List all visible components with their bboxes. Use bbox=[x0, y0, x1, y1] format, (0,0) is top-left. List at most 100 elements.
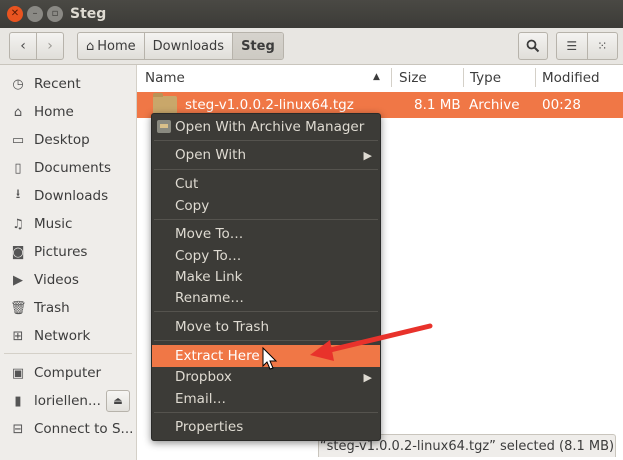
sidebar-item-pictures[interactable]: ◙ Pictures bbox=[0, 241, 136, 263]
menu-item-copy[interactable]: Copy bbox=[152, 195, 380, 217]
toolbar: ‹ › ⌂ Home Downloads Steg ☰ ⁙ bbox=[0, 28, 623, 65]
menu-item-properties[interactable]: Properties bbox=[152, 416, 380, 438]
menu-item-rename[interactable]: Rename… bbox=[152, 287, 380, 309]
sidebar-item-home[interactable]: ⌂ Home bbox=[0, 101, 136, 123]
music-icon: ♫ bbox=[12, 216, 24, 232]
sidebar-item-computer[interactable]: ▣ Computer bbox=[0, 362, 136, 384]
context-menu: Open With Archive Manager Open With ▶ Cu… bbox=[151, 113, 381, 441]
menu-item-cut[interactable]: Cut bbox=[152, 173, 380, 195]
column-divider bbox=[463, 68, 464, 87]
breadcrumb-downloads-label: Downloads bbox=[152, 38, 225, 54]
search-button[interactable] bbox=[518, 32, 548, 60]
menu-item-move-to[interactable]: Move To… bbox=[152, 223, 380, 245]
menu-item-label: Rename… bbox=[175, 290, 244, 306]
close-window-button[interactable]: ✕ bbox=[7, 6, 23, 22]
home-icon: ⌂ bbox=[13, 104, 23, 120]
column-divider bbox=[535, 68, 536, 87]
chevron-right-icon: › bbox=[47, 38, 53, 54]
sidebar-item-desktop[interactable]: ▭ Desktop bbox=[0, 129, 136, 151]
sidebar-item-network[interactable]: ⊞ Network bbox=[0, 325, 136, 347]
menu-item-make-link[interactable]: Make Link bbox=[152, 266, 380, 288]
menu-item-label: Properties bbox=[175, 419, 244, 435]
column-header-type-label: Type bbox=[470, 69, 502, 86]
eject-icon: ⏏ bbox=[113, 395, 123, 407]
forward-button[interactable]: › bbox=[36, 33, 63, 59]
folder-icon: ▭ bbox=[11, 132, 25, 148]
menu-item-label: Make Link bbox=[175, 269, 243, 285]
file-size: 8.1 MB bbox=[414, 97, 461, 113]
sidebar-item-downloads[interactable]: ⭳ Downloads bbox=[0, 185, 136, 207]
file-type: Archive bbox=[469, 97, 520, 113]
menu-item-label: Cut bbox=[175, 176, 199, 192]
sidebar-item-music[interactable]: ♫ Music bbox=[0, 213, 136, 235]
title-bar: ✕ – ▫ Steg bbox=[0, 0, 623, 28]
column-header-modified[interactable]: Modified bbox=[542, 65, 600, 90]
maximize-icon: ▫ bbox=[51, 8, 59, 19]
video-icon: ▶ bbox=[13, 272, 23, 288]
list-icon: ☰ bbox=[566, 39, 578, 53]
sidebar-item-label: Trash bbox=[34, 300, 70, 316]
trash-icon: 🗑 bbox=[10, 300, 27, 316]
column-header-type[interactable]: Type bbox=[470, 65, 501, 90]
sidebar-item-videos[interactable]: ▶ Videos bbox=[0, 269, 136, 291]
menu-item-open-with-archive-manager[interactable]: Open With Archive Manager bbox=[152, 116, 380, 138]
menu-item-move-to-trash[interactable]: Move to Trash bbox=[152, 316, 380, 338]
minimize-window-button[interactable]: – bbox=[27, 6, 43, 22]
menu-item-email[interactable]: Email… bbox=[152, 388, 380, 410]
history-nav: ‹ › bbox=[9, 32, 64, 60]
menu-item-label: Open With bbox=[175, 147, 247, 163]
column-header-size-label: Size bbox=[399, 69, 427, 86]
menu-item-copy-to[interactable]: Copy To… bbox=[152, 245, 380, 267]
camera-icon: ◙ bbox=[11, 244, 25, 260]
menu-item-label: Copy bbox=[175, 198, 210, 214]
grid-icon: ⁙ bbox=[597, 39, 608, 53]
minimize-icon: – bbox=[32, 8, 38, 19]
menu-separator bbox=[154, 140, 378, 141]
eject-button[interactable]: ⏏ bbox=[106, 390, 130, 412]
sidebar-item-drive[interactable]: ▮ loriellen... ⏏ bbox=[0, 390, 136, 412]
menu-item-label: Open With Archive Manager bbox=[175, 119, 365, 135]
view-switcher: ☰ ⁙ bbox=[556, 32, 618, 60]
column-header-name[interactable]: Name bbox=[145, 65, 185, 90]
sidebar-item-connect-to-server[interactable]: ⊟ Connect to S... bbox=[0, 418, 136, 440]
computer-icon: ▣ bbox=[11, 365, 25, 381]
breadcrumb-home-label: Home bbox=[97, 38, 136, 54]
submenu-arrow-icon: ▶ bbox=[363, 370, 372, 384]
grid-view-button[interactable]: ⁙ bbox=[586, 33, 618, 59]
drive-icon: ▮ bbox=[14, 393, 22, 409]
sidebar-item-label: Downloads bbox=[34, 188, 109, 204]
sidebar-item-trash[interactable]: 🗑 Trash bbox=[0, 297, 136, 319]
menu-item-label: Move to Trash bbox=[175, 319, 270, 335]
window-title: Steg bbox=[70, 6, 107, 22]
home-icon: ⌂ bbox=[86, 38, 95, 54]
sidebar-item-documents[interactable]: ▯ Documents bbox=[0, 157, 136, 179]
menu-item-open-with[interactable]: Open With ▶ bbox=[152, 144, 380, 166]
breadcrumb: ⌂ Home Downloads Steg bbox=[77, 32, 284, 60]
column-header-size[interactable]: Size bbox=[399, 65, 427, 90]
breadcrumb-home[interactable]: ⌂ Home bbox=[78, 33, 144, 59]
sidebar-item-recent[interactable]: ◷ Recent bbox=[0, 73, 136, 95]
column-divider bbox=[391, 68, 392, 87]
list-view-button[interactable]: ☰ bbox=[557, 33, 587, 59]
menu-item-extract-here[interactable]: Extract Here bbox=[152, 345, 380, 367]
sidebar-item-label: Documents bbox=[34, 160, 111, 176]
submenu-arrow-icon: ▶ bbox=[363, 148, 372, 162]
sidebar-item-label: Music bbox=[34, 216, 73, 232]
menu-item-label: Dropbox bbox=[175, 369, 232, 385]
menu-item-label: Copy To… bbox=[175, 248, 242, 264]
menu-item-dropbox[interactable]: Dropbox ▶ bbox=[152, 366, 380, 388]
menu-item-label: Move To… bbox=[175, 226, 244, 242]
back-button[interactable]: ‹ bbox=[10, 33, 36, 59]
sidebar: ◷ Recent ⌂ Home ▭ Desktop ▯ Documents ⭳ … bbox=[0, 65, 137, 460]
menu-separator bbox=[154, 169, 378, 170]
menu-separator bbox=[154, 412, 378, 413]
breadcrumb-downloads[interactable]: Downloads bbox=[143, 33, 232, 59]
sort-ascending-icon: ▲ bbox=[373, 72, 380, 82]
maximize-window-button[interactable]: ▫ bbox=[47, 6, 63, 22]
column-header-modified-label: Modified bbox=[542, 69, 600, 86]
file-modified: 00:28 bbox=[542, 97, 581, 113]
breadcrumb-steg[interactable]: Steg bbox=[232, 33, 283, 59]
column-header-name-label: Name bbox=[145, 69, 185, 86]
sidebar-item-label: Recent bbox=[34, 76, 81, 92]
download-icon: ⭳ bbox=[15, 187, 21, 202]
